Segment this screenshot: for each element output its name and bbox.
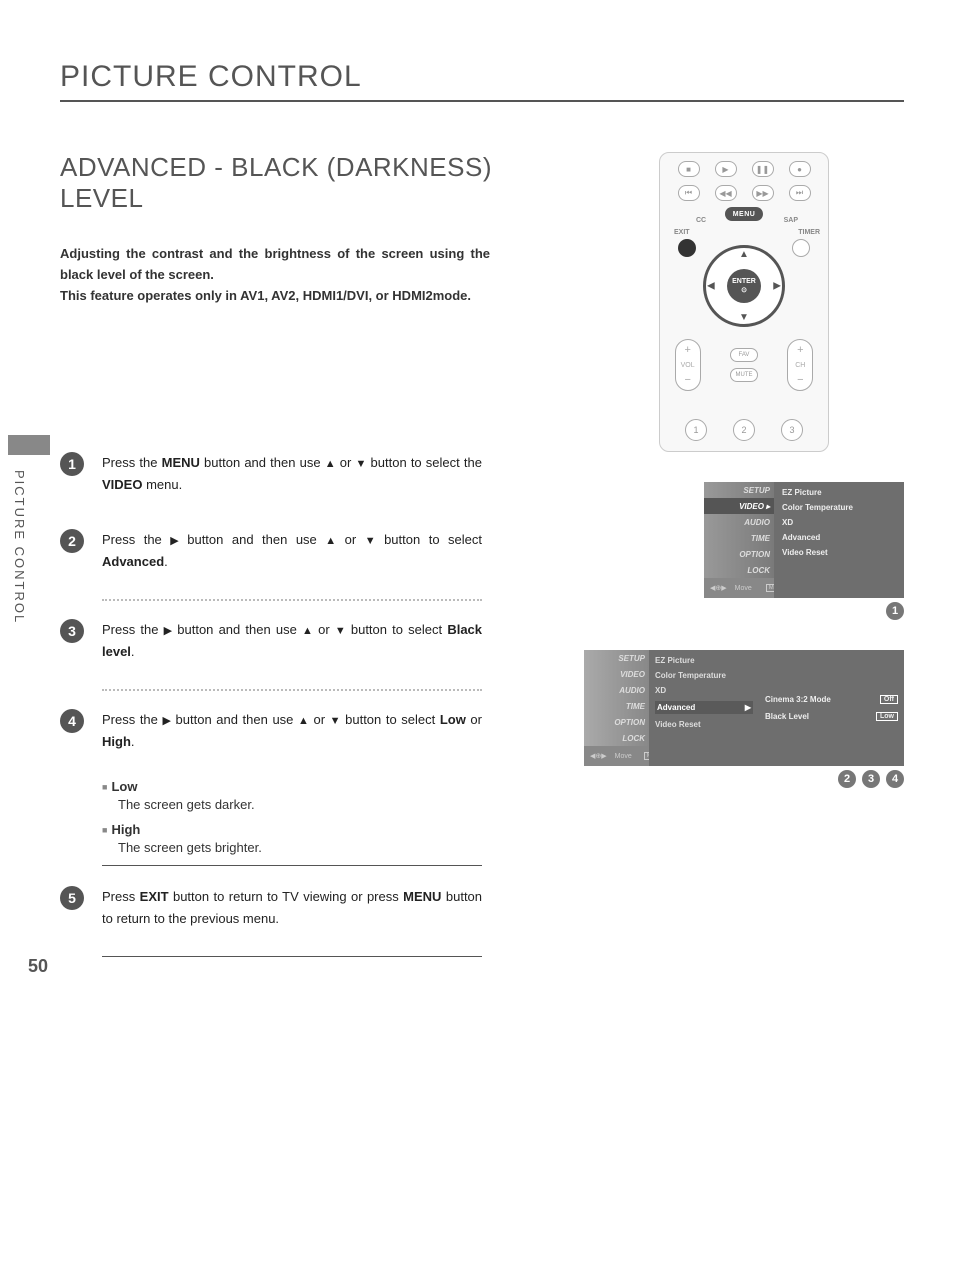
down-icon: ▼ <box>355 455 366 474</box>
osd2: SETUP VIDEO AUDIO TIME OPTION LOCK ◀⊕▶ M… <box>584 650 904 766</box>
osd-tab: VIDEO <box>584 666 649 682</box>
up-icon: ▲ <box>325 532 336 551</box>
osd1-tabs: SETUP VIDEO▸ AUDIO TIME OPTION LOCK ◀⊕▶ … <box>704 482 774 598</box>
up-icon: ▲ <box>325 455 336 474</box>
cc-label: CC <box>696 217 706 224</box>
osd-tab-selected: VIDEO▸ <box>704 498 774 514</box>
osd-tab: TIME <box>584 698 649 714</box>
osd1-options: EZ Picture Color Temperature XD Advanced… <box>774 482 904 598</box>
dotted-separator <box>102 689 482 691</box>
down-icon: ▼ <box>365 532 376 551</box>
exit-button <box>678 239 696 257</box>
step-badge-1: 1 <box>60 452 84 476</box>
timer-button <box>792 239 810 257</box>
down-icon: ▼ <box>335 622 346 641</box>
osd-item: Video Reset <box>655 720 753 729</box>
vol-button: +VOL− <box>675 339 701 391</box>
down-icon: ▼ <box>330 712 341 731</box>
num-1: 1 <box>685 419 707 441</box>
osd-tab: LOCK <box>584 730 649 746</box>
step-badge-4: 4 <box>60 709 84 733</box>
exit-label: EXIT <box>674 229 690 236</box>
separator <box>102 865 482 866</box>
ref-badge-1: 1 <box>886 602 904 620</box>
osd-tab: TIME <box>704 530 774 546</box>
osd2-mid: EZ Picture Color Temperature XD Advanced… <box>649 650 759 766</box>
osd-tab: OPTION <box>584 714 649 730</box>
ref-badge-2: 2 <box>838 770 856 788</box>
right-icon: ▶ <box>162 712 170 731</box>
up-icon: ▲ <box>298 712 309 731</box>
osd-item-selected: Advanced▶ <box>655 701 753 714</box>
osd-tab: LOCK <box>704 562 774 578</box>
sap-label: SAP <box>784 217 798 224</box>
remote-btn: ■ <box>678 161 700 177</box>
osd-item: XD <box>655 686 753 695</box>
right-icon: ▶ <box>773 281 781 292</box>
ch-button: +CH− <box>787 339 813 391</box>
osd-item: Advanced <box>782 533 896 542</box>
osd-item: EZ Picture <box>655 656 753 665</box>
remote-control-illustration: ■ ▶ ❚❚ ● ⏮ ◀◀ ▶▶ ⏭ CC MENU SAP EXIT TIM <box>659 152 829 452</box>
right-icon: ▶ <box>170 532 178 551</box>
step-badge-5: 5 <box>60 886 84 910</box>
osd-tab: AUDIO <box>584 682 649 698</box>
right-icon: ▶ <box>164 622 172 641</box>
osd-tab: OPTION <box>704 546 774 562</box>
remote-btn: ▶ <box>715 161 737 177</box>
osd-tab: AUDIO <box>704 514 774 530</box>
osd-item: Color Temperature <box>655 671 753 680</box>
page-number: 50 <box>28 956 48 977</box>
side-tab: PICTURE CONTROL <box>0 450 50 650</box>
num-3: 3 <box>781 419 803 441</box>
mute-button: MUTE <box>730 368 758 382</box>
osd-tab: SETUP <box>584 650 649 666</box>
remote-btn: ❚❚ <box>752 161 774 177</box>
step-3: 3 Press the ▶ button and then use ▲ or ▼… <box>60 613 534 663</box>
num-2: 2 <box>733 419 755 441</box>
up-icon: ▲ <box>302 622 313 641</box>
ref-badge-3: 3 <box>862 770 880 788</box>
enter-button: ENTER⊙ <box>727 269 761 303</box>
page-title: PICTURE CONTROL <box>60 60 904 102</box>
osd-tab: SETUP <box>704 482 774 498</box>
timer-label: TIMER <box>798 229 820 236</box>
step-4: 4 Press the ▶ button and then use ▲ or ▼… <box>60 703 534 753</box>
dpad: ▲ ▼ ◀ ▶ ENTER⊙ <box>703 245 785 327</box>
step-5: 5 Press EXIT button to return to TV view… <box>60 880 534 930</box>
dotted-separator <box>102 599 482 601</box>
separator <box>102 956 482 957</box>
step-badge-3: 3 <box>60 619 84 643</box>
osd-item: Color Temperature <box>782 503 896 512</box>
down-icon: ▼ <box>739 312 749 323</box>
remote-btn: ▶▶ <box>752 185 774 201</box>
osd-footer: ◀⊕▶ MoveMENUPrev. <box>704 578 774 598</box>
remote-btn: ◀◀ <box>715 185 737 201</box>
remote-btn: ⏭ <box>789 185 811 201</box>
intro-text: Adjusting the contrast and the brightnes… <box>60 244 490 306</box>
fav-button: FAV <box>730 348 758 362</box>
left-icon: ◀ <box>707 281 715 292</box>
menu-button: MENU <box>725 207 763 221</box>
value-box: Low <box>876 712 898 721</box>
remote-btn: ⏮ <box>678 185 700 201</box>
osd-item: XD <box>782 518 896 527</box>
osd-footer: ◀⊕▶ MoveMENUPrev. <box>584 746 649 766</box>
step-2: 2 Press the ▶ button and then use ▲ or ▼… <box>60 523 534 573</box>
osd-item: Video Reset <box>782 548 896 557</box>
level-definitions: ■Low The screen gets darker. ■High The s… <box>102 779 534 855</box>
right-icon: ▶ <box>745 703 751 712</box>
ref-badge-4: 4 <box>886 770 904 788</box>
osd2-right: Cinema 3:2 ModeOff Black LevelLow <box>759 650 904 766</box>
remote-btn: ● <box>789 161 811 177</box>
section-title: ADVANCED - BLACK (DARKNESS) LEVEL <box>60 152 534 214</box>
step-badge-2: 2 <box>60 529 84 553</box>
osd-item: EZ Picture <box>782 488 896 497</box>
osd2-tabs: SETUP VIDEO AUDIO TIME OPTION LOCK ◀⊕▶ M… <box>584 650 649 766</box>
up-icon: ▲ <box>739 249 749 260</box>
side-tab-label: PICTURE CONTROL <box>12 470 27 624</box>
step-1: 1 Press the MENU button and then use ▲ o… <box>60 446 534 496</box>
value-box: Off <box>880 695 898 704</box>
